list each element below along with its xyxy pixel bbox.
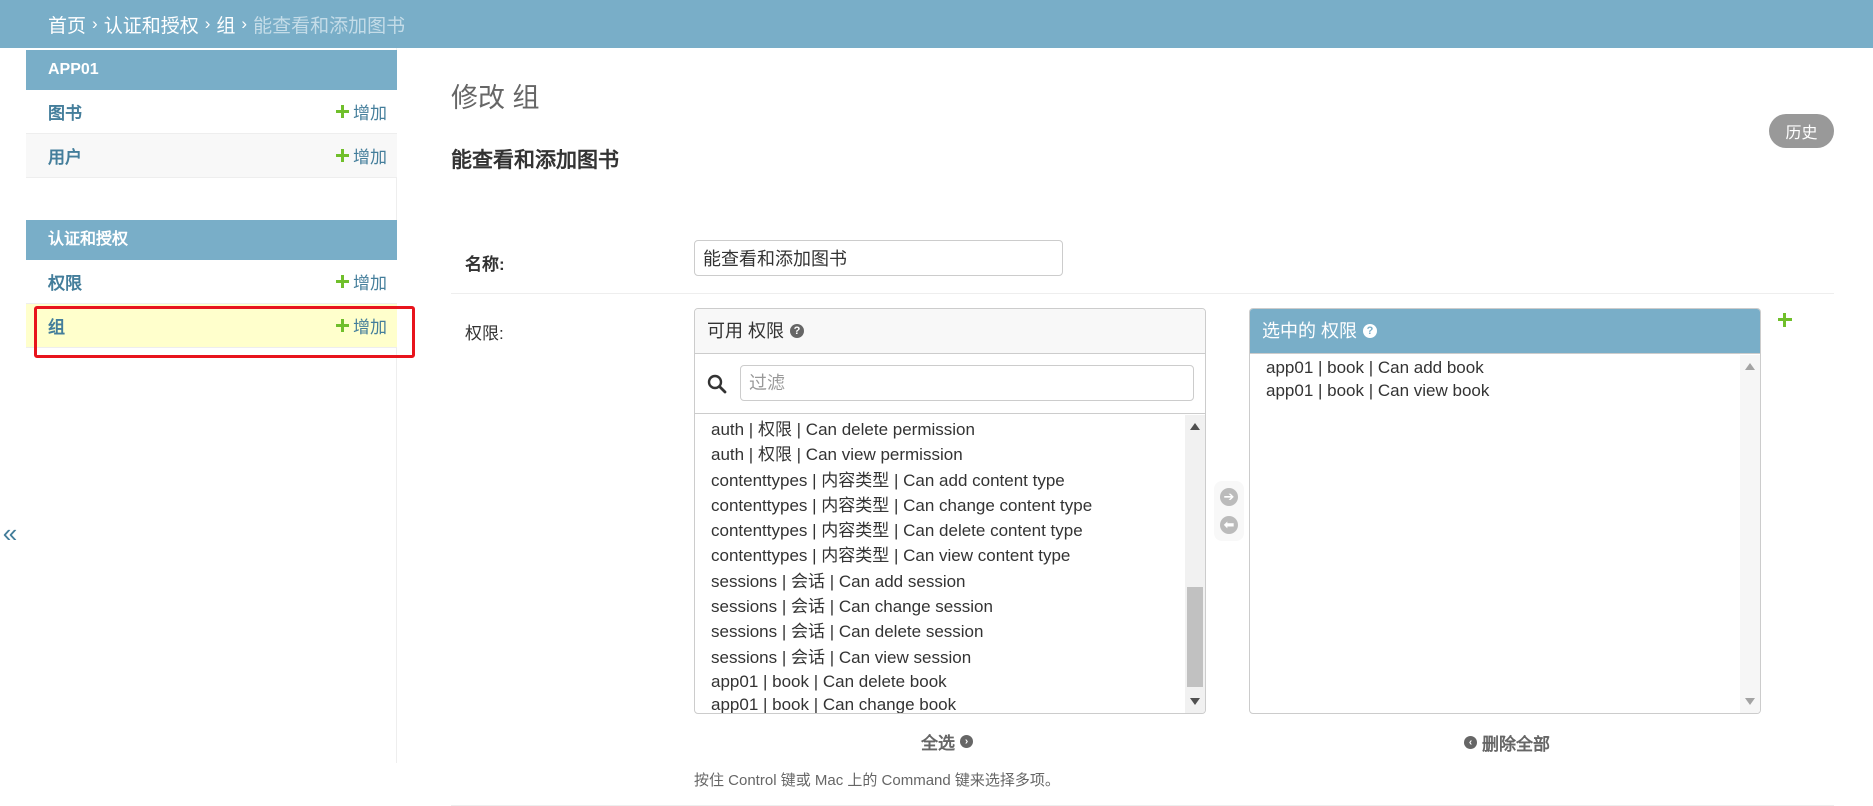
- add-related-plus-icon[interactable]: [1778, 313, 1792, 327]
- list-item[interactable]: sessions | 会话 | Can change session: [711, 594, 1205, 619]
- module-caption-app01[interactable]: APP01: [26, 50, 397, 90]
- add-user-button[interactable]: 增加: [336, 143, 387, 168]
- plus-icon: [336, 275, 349, 288]
- list-item[interactable]: app01 | book | Can change book: [711, 693, 1205, 713]
- breadcrumb-separator: ›: [204, 14, 211, 33]
- list-item[interactable]: auth | 权限 | Can delete permission: [711, 417, 1205, 442]
- add-book-button[interactable]: 增加: [336, 99, 387, 124]
- scrollbar-thumb[interactable]: [1187, 587, 1203, 687]
- breadcrumb-separator: ›: [241, 14, 248, 33]
- scroll-up-arrow-icon[interactable]: [1190, 423, 1200, 430]
- sidebar-item-users-link[interactable]: 用户: [48, 143, 82, 168]
- list-item[interactable]: app01 | book | Can delete book: [711, 670, 1205, 693]
- scroll-down-arrow-icon[interactable]: [1745, 698, 1755, 705]
- page-title: 修改 组: [451, 83, 540, 113]
- clear-all-button[interactable]: ‹ 删除全部: [1464, 730, 1550, 755]
- breadcrumb-home-link[interactable]: 首页: [48, 11, 86, 38]
- list-item[interactable]: contenttypes | 内容类型 | Can view content t…: [711, 543, 1205, 568]
- list-item[interactable]: auth | 权限 | Can view permission: [711, 442, 1205, 467]
- list-item[interactable]: contenttypes | 内容类型 | Can add content ty…: [711, 468, 1205, 493]
- add-permission-label: 增加: [353, 274, 387, 293]
- list-item[interactable]: app01 | book | Can add book: [1266, 356, 1760, 379]
- help-text: 按住 Control 键或 Mac 上的 Command 键来选择多项。: [694, 772, 1060, 789]
- breadcrumb: 首页 › 认证和授权 › 组 › 能查看和添加图书: [0, 0, 1873, 48]
- permissions-field-label: 权限:: [465, 324, 504, 343]
- breadcrumb-model-link[interactable]: 组: [216, 11, 235, 38]
- search-icon: [707, 374, 727, 394]
- question-circle-icon[interactable]: ?: [1363, 324, 1378, 338]
- sidebar-item-permissions: 权限 增加: [26, 260, 397, 304]
- choose-all-label: 全选: [921, 734, 955, 753]
- available-permissions-list[interactable]: auth | 权限 | Can delete permission auth |…: [695, 414, 1205, 713]
- module-app01: APP01 图书 增加 用户 增加: [26, 50, 397, 178]
- list-item[interactable]: contenttypes | 内容类型 | Can change content…: [711, 493, 1205, 518]
- clear-all-label: 删除全部: [1482, 735, 1550, 754]
- chosen-list-scrollbar[interactable]: [1740, 355, 1760, 713]
- list-item[interactable]: sessions | 会话 | Can add session: [711, 569, 1205, 594]
- question-circle-icon[interactable]: ?: [790, 324, 805, 338]
- highlight-annotation-box: [34, 306, 415, 358]
- available-permissions-selector: 可用 权限 ? auth | 权限 | Can delete permissio…: [694, 308, 1206, 714]
- object-title: 能查看和添加图书: [451, 149, 619, 172]
- arrow-left-circle-icon: ‹: [1464, 736, 1477, 749]
- available-permissions-title-text: 可用 权限: [707, 320, 785, 341]
- available-permissions-title: 可用 权限 ?: [695, 309, 1205, 354]
- filter-row: [695, 354, 1205, 414]
- plus-icon: [336, 149, 349, 162]
- chosen-permissions-title: 选中的 权限 ?: [1250, 309, 1760, 354]
- breadcrumb-app-link[interactable]: 认证和授权: [104, 11, 199, 38]
- breadcrumb-separator: ›: [92, 14, 98, 33]
- list-item[interactable]: app01 | book | Can view book: [1266, 379, 1760, 402]
- sidebar-item-permissions-link[interactable]: 权限: [48, 269, 82, 294]
- selector-chooser: ➔ ⬅: [1214, 481, 1244, 541]
- list-item[interactable]: contenttypes | 内容类型 | Can delete content…: [711, 518, 1205, 543]
- sidebar-item-books: 图书 增加: [26, 90, 397, 134]
- available-list-scrollbar[interactable]: [1185, 415, 1205, 713]
- arrow-right-circle-icon: ›: [960, 735, 973, 748]
- sidebar-item-books-link[interactable]: 图书: [48, 99, 82, 124]
- chosen-permissions-selector: 选中的 权限 ? app01 | book | Can add book app…: [1249, 308, 1761, 714]
- list-item[interactable]: sessions | 会话 | Can view session: [711, 645, 1205, 670]
- permissions-form-row: 权限: 可用 权限 ? auth | 权限 | Can delete permi…: [451, 246, 1834, 806]
- add-user-label: 增加: [353, 148, 387, 167]
- arrow-right-circle-icon[interactable]: ➔: [1220, 488, 1238, 506]
- choose-all-button[interactable]: 全选 ›: [921, 729, 973, 754]
- sidebar-nav: « APP01 图书 增加 用户 增加 认证和授权 权限 增加 组 增加: [0, 48, 397, 763]
- history-button[interactable]: 历史: [1769, 114, 1834, 148]
- chosen-permissions-list[interactable]: app01 | book | Can add book app01 | book…: [1250, 354, 1760, 402]
- module-caption-auth[interactable]: 认证和授权: [26, 220, 397, 260]
- collapse-sidebar-toggle[interactable]: «: [0, 516, 20, 550]
- scroll-down-arrow-icon[interactable]: [1190, 698, 1200, 705]
- list-item[interactable]: sessions | 会话 | Can delete session: [711, 619, 1205, 644]
- filter-input[interactable]: [740, 365, 1194, 401]
- breadcrumb-current: 能查看和添加图书: [253, 15, 406, 37]
- add-permission-button[interactable]: 增加: [336, 269, 387, 294]
- sidebar-item-users: 用户 增加: [26, 134, 397, 178]
- chosen-permissions-title-text: 选中的 权限: [1262, 320, 1358, 341]
- scroll-up-arrow-icon[interactable]: [1745, 363, 1755, 370]
- arrow-left-circle-icon[interactable]: ⬅: [1220, 516, 1238, 534]
- plus-icon: [336, 105, 349, 118]
- add-book-label: 增加: [353, 104, 387, 123]
